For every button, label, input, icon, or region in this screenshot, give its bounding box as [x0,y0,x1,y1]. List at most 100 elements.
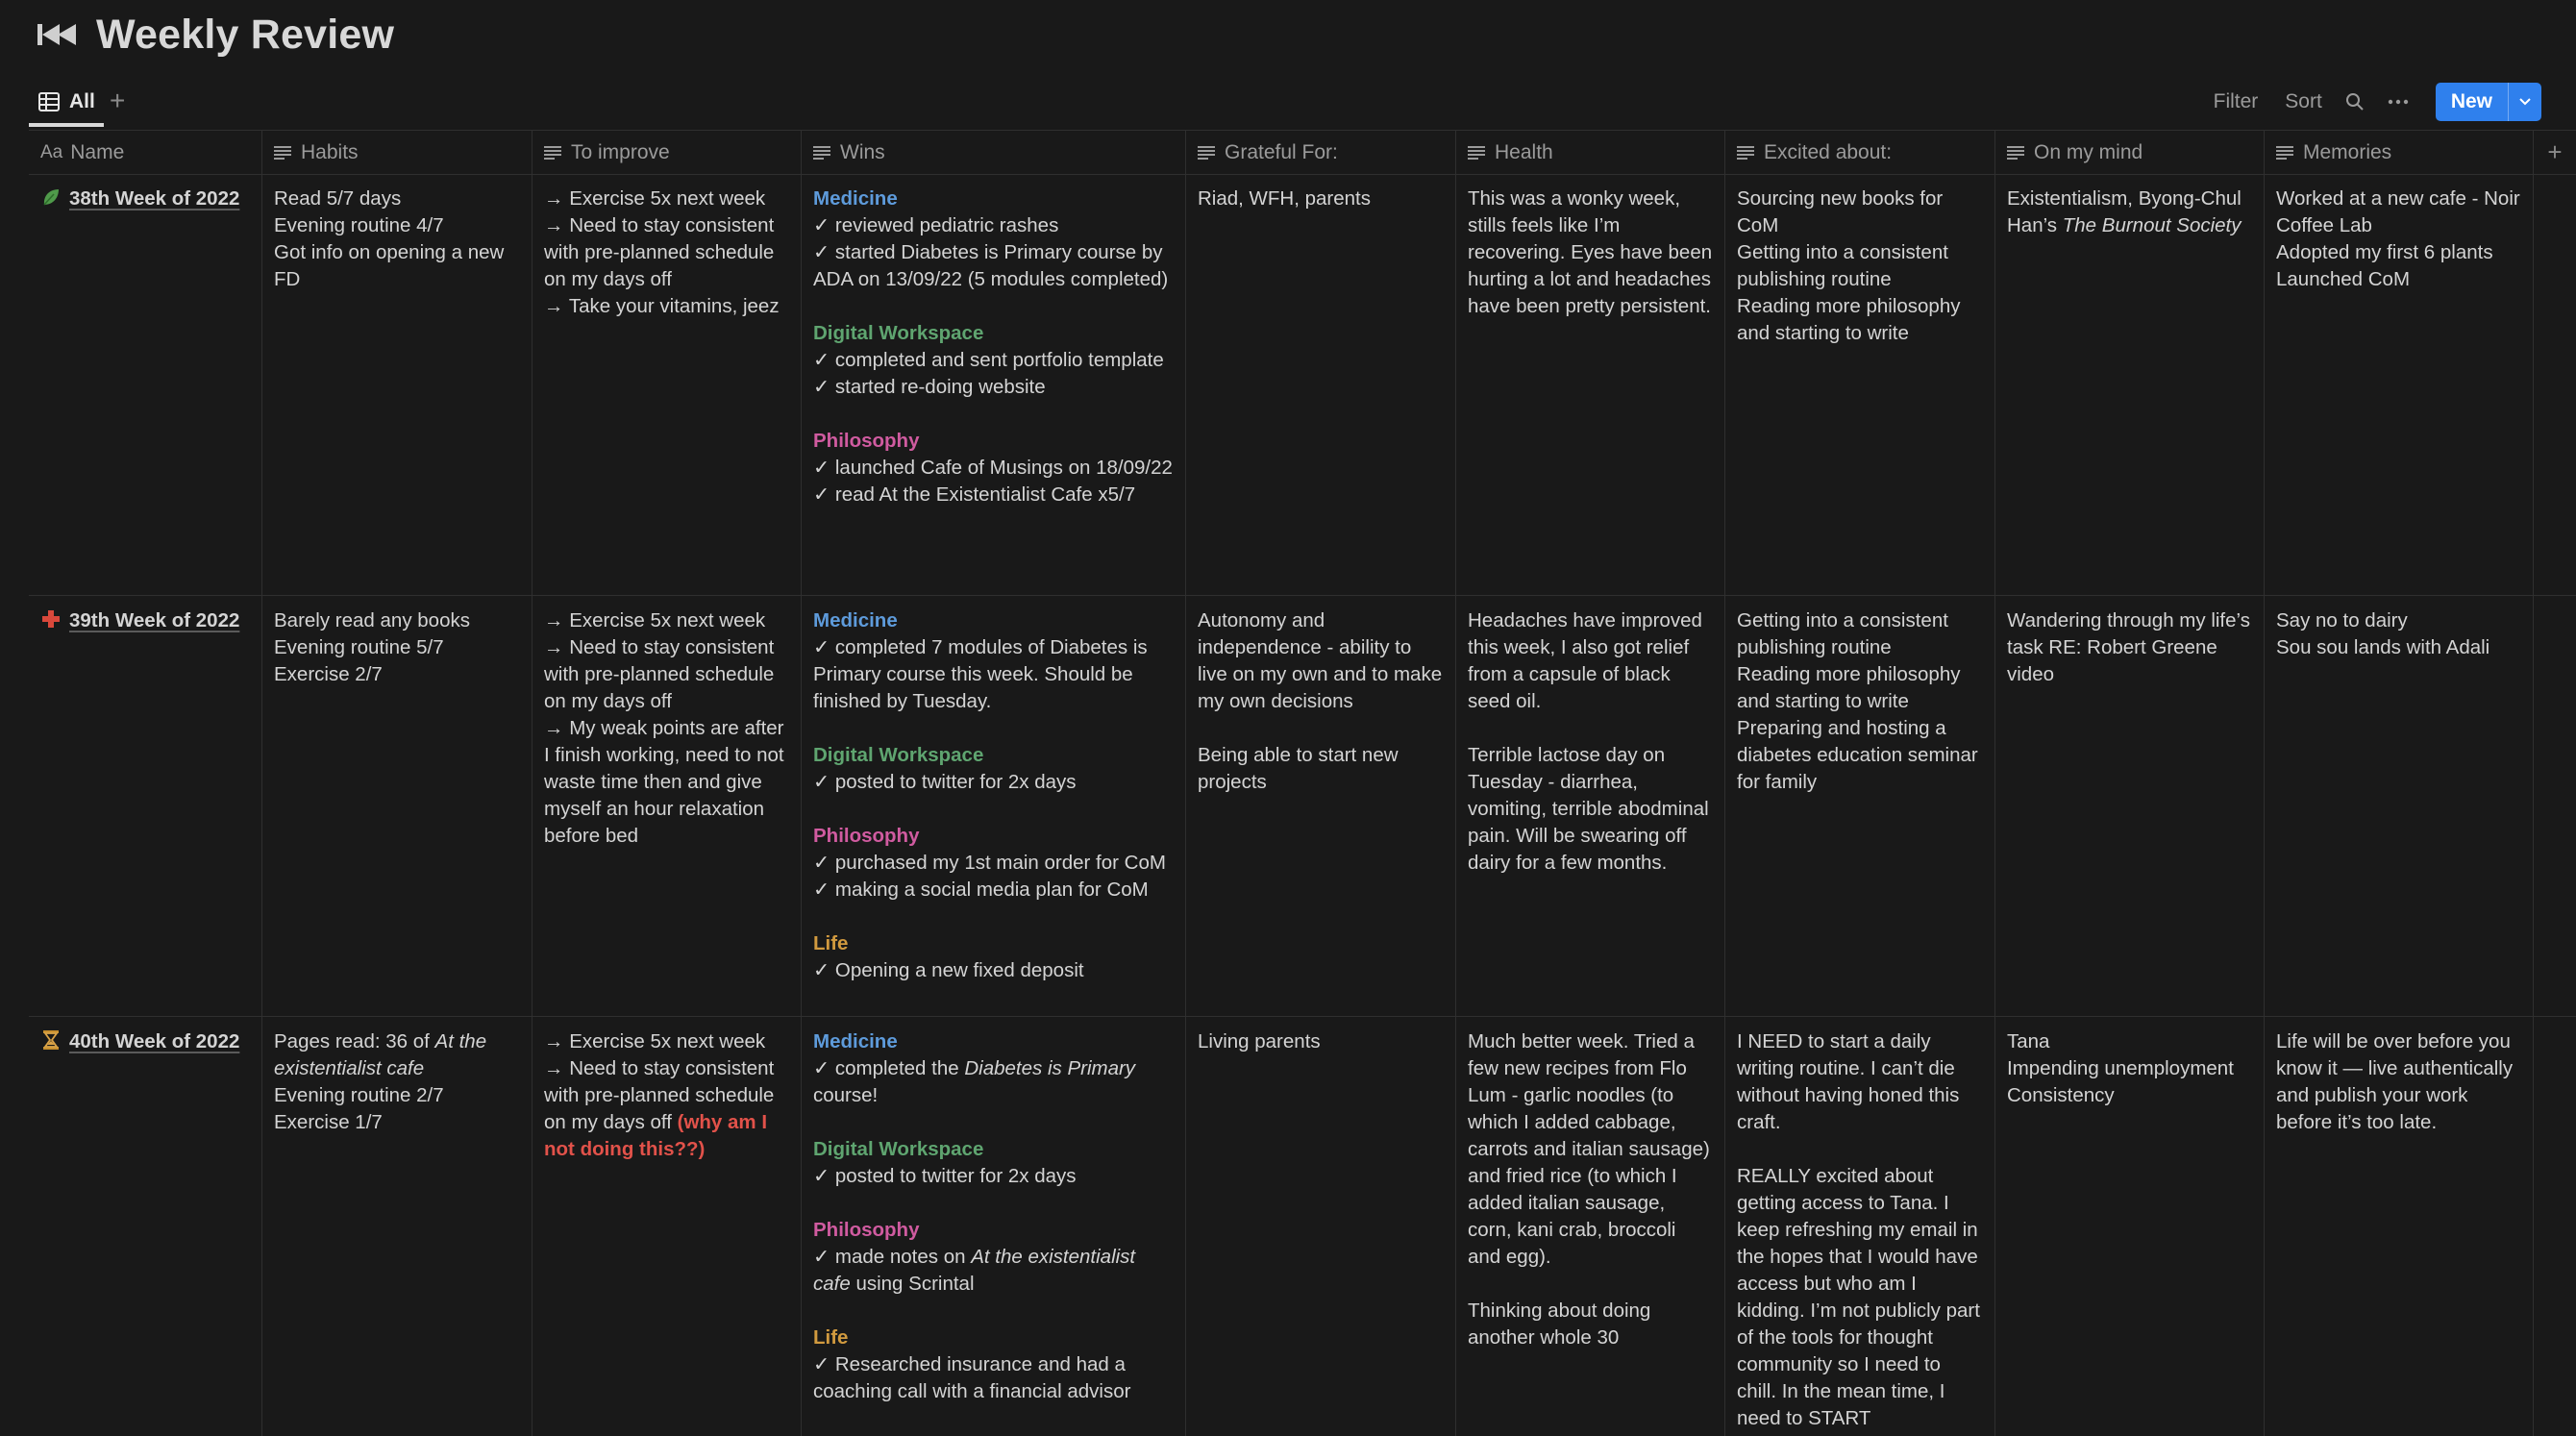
text-lines-icon [1737,145,1754,160]
win-line: ✓ launched Cafe of Musings on 18/09/22 [813,457,1173,479]
leaf-icon [43,189,59,206]
health-cell[interactable]: This was a wonky week, stills feels like… [1456,174,1725,595]
name-cell[interactable]: 39th Week of 2022 [29,596,262,1016]
health-cell[interactable]: Much better week. Tried a few new recipe… [1456,1017,1725,1436]
name-cell[interactable]: 38th Week of 2022 [29,174,262,595]
column-header-habits-label: Habits [301,140,359,163]
habit-line: Barely read any books [274,609,470,631]
chevron-down-icon[interactable] [2508,83,2541,121]
memories-cell[interactable]: Say no to dairy Sou sou lands with Adali [2265,596,2534,1016]
add-view-button[interactable]: + [110,87,125,115]
to-improve-cell[interactable]: → Exercise 5x next week → Need to stay c… [533,174,802,595]
wins-cell[interactable]: Medicine ✓ completed the Diabetes is Pri… [802,1017,1186,1436]
column-header-grateful[interactable]: Grateful For: [1186,131,1456,174]
column-header-on-my-mind[interactable]: On my mind [1995,131,2265,174]
habit-line: Evening routine 5/7 [274,636,444,658]
excited-line: Reading more philosophy and starting to … [1737,295,1961,344]
habit-line: Got info on opening a new FD [274,241,505,290]
memories-cell[interactable]: Worked at a new cafe - Noir Coffee Lab A… [2265,174,2534,595]
new-button[interactable]: New [2435,83,2541,121]
grateful-cell[interactable]: Riad, WFH, parents [1186,174,1456,595]
grateful-cell[interactable]: Living parents [1186,1017,1456,1436]
improve-line: → Need to stay consistent with pre-plann… [544,1057,775,1160]
add-column-button[interactable]: + [2534,131,2576,174]
column-header-to-improve[interactable]: To improve [533,131,802,174]
health-cell[interactable]: Headaches have improved this week, I als… [1456,596,1725,1016]
on-my-mind-cell[interactable]: Existentialism, Byong-Chul Han’s The Bur… [1995,174,2265,595]
more-options-icon[interactable] [2388,99,2409,105]
improve-line: → Exercise 5x next week [544,1030,766,1052]
wins-section-medicine: Medicine [813,187,898,210]
health-line: Much better week. Tried a few new recipe… [1468,1030,1710,1268]
habits-cell[interactable]: Barely read any books Evening routine 5/… [262,596,533,1016]
row-title[interactable]: 40th Week of 2022 [40,1028,250,1055]
excited-cell[interactable]: Sourcing new books for CoM Getting into … [1725,174,1995,595]
table-row[interactable]: 39th Week of 2022 Barely read any books … [29,596,2576,1017]
column-header-name[interactable]: Aa Name [29,131,262,174]
table-header-row: Aa Name Habits To improve Wins Grateful … [29,130,2576,175]
hourglass-icon [43,1030,59,1050]
habit-line: Pages read: 36 of At the existentialist … [274,1030,487,1079]
table-icon [38,92,60,111]
wins-section-digital-workspace: Digital Workspace [813,1138,984,1160]
excited-cell[interactable]: Getting into a consistent publishing rou… [1725,596,1995,1016]
on-my-mind-cell[interactable]: Wandering through my life’s task RE: Rob… [1995,596,2265,1016]
row-title[interactable]: 39th Week of 2022 [40,607,250,634]
win-line: ✓ completed the Diabetes is Primary cour… [813,1057,1136,1106]
table-row[interactable]: 38th Week of 2022 Read 5/7 days Evening … [29,174,2576,596]
tab-all[interactable]: All [38,85,95,119]
improve-line: → My weak points are after I finish work… [544,717,784,847]
excited-line: REALLY excited about getting access to T… [1737,1165,1980,1429]
tab-all-label: All [69,90,95,112]
memories-cell[interactable]: Life will be over before you know it — l… [2265,1017,2534,1436]
to-improve-cell[interactable]: → Exercise 5x next week → Need to stay c… [533,1017,802,1436]
search-icon[interactable] [2345,92,2365,111]
column-header-memories[interactable]: Memories [2265,131,2534,174]
column-header-health[interactable]: Health [1456,131,1725,174]
grateful-cell[interactable]: Autonomy and independence - ability to l… [1186,596,1456,1016]
row-title[interactable]: 38th Week of 2022 [40,186,250,212]
win-line: ✓ posted to twitter for 2x days [813,771,1077,793]
view-bar: All + Filter Sort New [29,81,2541,129]
wins-section-digital-workspace: Digital Workspace [813,744,984,766]
filter-button[interactable]: Filter [2214,90,2259,113]
win-line: ✓ completed and sent portfolio template [813,349,1164,371]
new-button-label: New [2450,90,2492,112]
column-header-habits[interactable]: Habits [262,131,533,174]
excited-cell[interactable]: I NEED to start a daily writing routine.… [1725,1017,1995,1436]
column-header-name-label: Name [70,140,125,163]
win-line: ✓ reviewed pediatric rashes [813,214,1059,236]
text-lines-icon [813,145,830,160]
sort-button[interactable]: Sort [2285,90,2322,113]
to-improve-cell[interactable]: → Exercise 5x next week → Need to stay c… [533,596,802,1016]
wins-section-medicine: Medicine [813,1030,898,1052]
memory-line: Sou sou lands with Adali [2276,636,2490,658]
habits-cell[interactable]: Read 5/7 days Evening routine 4/7 Got in… [262,174,533,595]
column-header-wins[interactable]: Wins [802,131,1186,174]
column-header-on-my-mind-label: On my mind [2034,140,2143,163]
column-header-excited[interactable]: Excited about: [1725,131,1995,174]
health-line: This was a wonky week, stills feels like… [1468,187,1713,317]
column-header-excited-label: Excited about: [1764,140,1893,163]
wins-cell[interactable]: Medicine ✓ reviewed pediatric rashes ✓ s… [802,174,1186,595]
win-line: ✓ posted to twitter for 2x days [813,1165,1077,1187]
health-line: Thinking about doing another whole 30 [1468,1300,1651,1349]
memory-line: Adopted my first 6 plants [2276,241,2493,263]
mind-line: Existentialism, Byong-Chul Han’s The Bur… [2007,187,2242,236]
health-line: Terrible lactose day on Tuesday - diarrh… [1468,744,1709,874]
wins-section-digital-workspace: Digital Workspace [813,322,984,344]
toolbar: Filter Sort New [2187,83,2541,121]
wins-section-life: Life [813,932,849,954]
win-line: ✓ completed 7 modules of Diabetes is Pri… [813,636,1148,712]
memory-line: Worked at a new cafe - Noir Coffee Lab [2276,187,2520,236]
win-line: ✓ Researched insurance and had a coachin… [813,1353,1131,1402]
win-line: ✓ read At the Existentialist Cafe x5/7 [813,483,1136,506]
wins-section-philosophy: Philosophy [813,1219,920,1241]
name-cell[interactable]: 40th Week of 2022 [29,1017,262,1436]
table-row[interactable]: 40th Week of 2022 Pages read: 36 of At t… [29,1017,2576,1436]
on-my-mind-cell[interactable]: Tana Impending unemployment Consistency [1995,1017,2265,1436]
habits-cell[interactable]: Pages read: 36 of At the existentialist … [262,1017,533,1436]
win-line: ✓ Opening a new fixed deposit [813,959,1084,981]
grateful-line: Living parents [1198,1030,1321,1052]
wins-cell[interactable]: Medicine ✓ completed 7 modules of Diabet… [802,596,1186,1016]
